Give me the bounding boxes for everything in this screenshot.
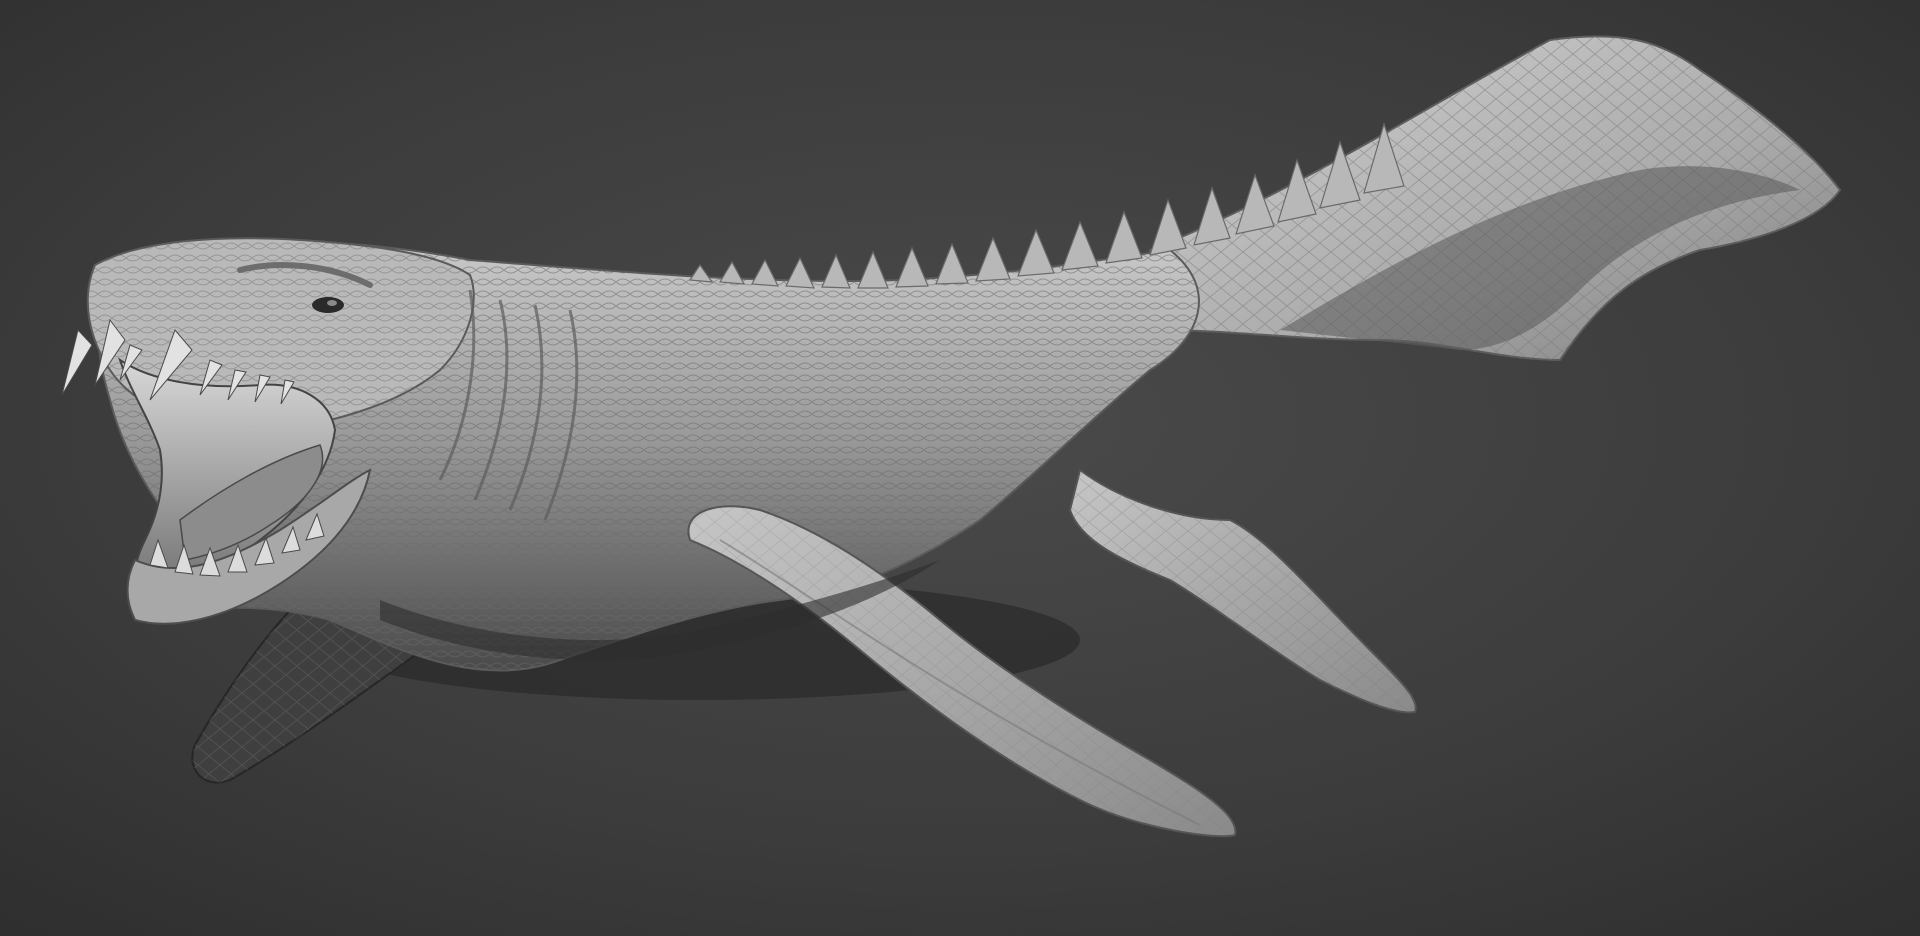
3d-viewport[interactable]	[0, 0, 1920, 936]
creature-eye	[312, 297, 344, 313]
creature-sculpt-model[interactable]	[0, 0, 1920, 936]
